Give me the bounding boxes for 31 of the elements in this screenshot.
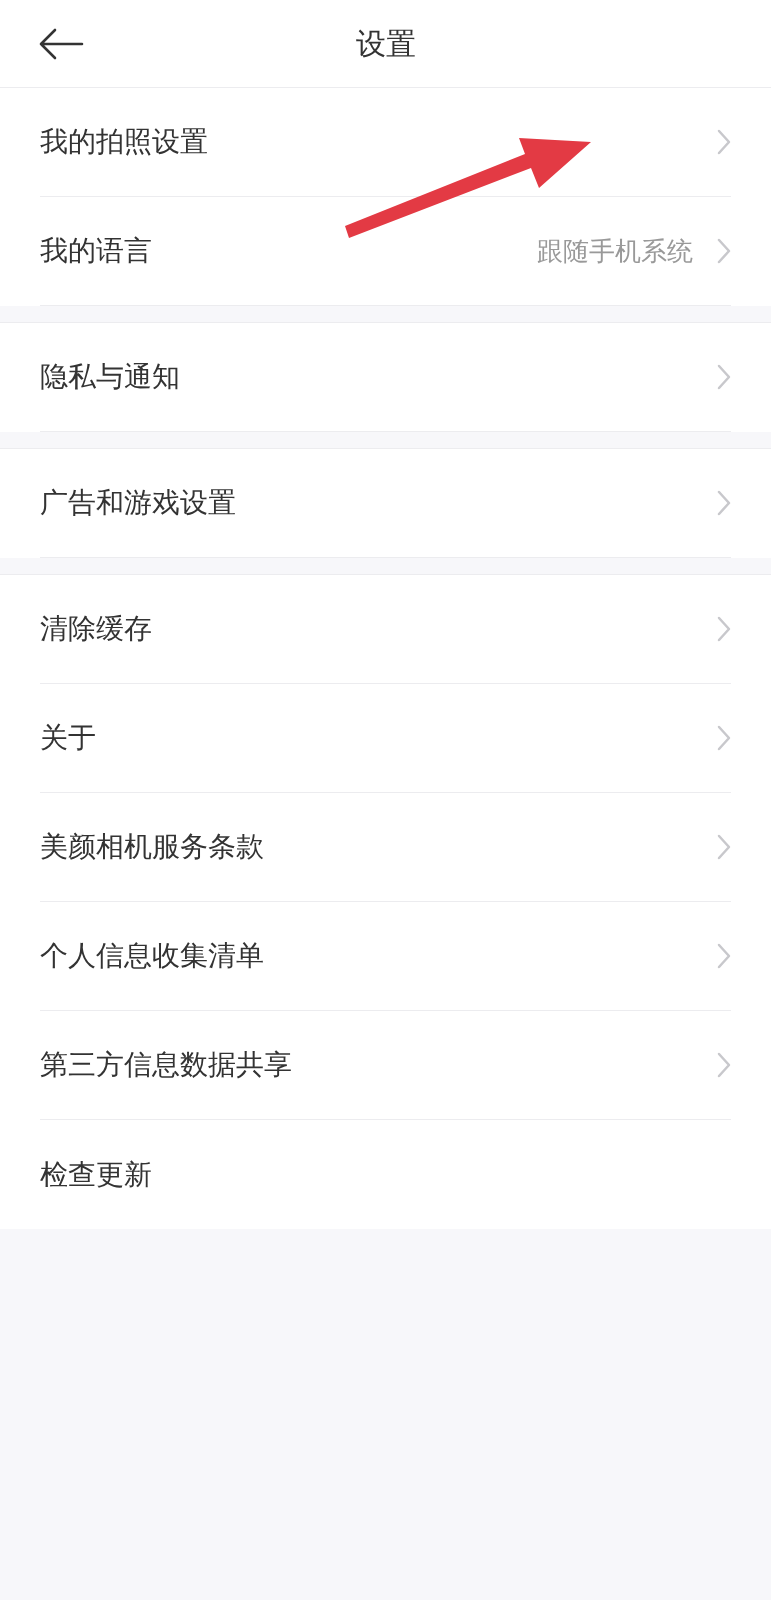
settings-row[interactable]: 检查更新 [40, 1120, 731, 1229]
chevron-right-icon [717, 943, 731, 969]
chevron-right-icon [717, 238, 731, 264]
settings-row[interactable]: 个人信息收集清单 [40, 902, 731, 1011]
back-arrow-icon [38, 28, 84, 60]
row-label: 第三方信息数据共享 [40, 1047, 293, 1083]
page-title: 设置 [355, 25, 416, 63]
row-value: 跟随手机系统 [537, 234, 693, 268]
settings-row[interactable]: 第三方信息数据共享 [40, 1011, 731, 1120]
back-button[interactable] [38, 26, 84, 62]
row-label: 清除缓存 [40, 611, 153, 647]
settings-row[interactable]: 清除缓存 [40, 575, 731, 684]
row-label: 检查更新 [40, 1156, 153, 1193]
settings-row[interactable]: 美颜相机服务条款 [40, 793, 731, 902]
row-label: 广告和游戏设置 [40, 485, 237, 521]
row-label: 美颜相机服务条款 [40, 829, 265, 865]
settings-row[interactable]: 广告和游戏设置 [40, 449, 731, 558]
row-label: 隐私与通知 [40, 359, 181, 395]
chevron-right-icon [717, 129, 731, 155]
chevron-right-icon [717, 834, 731, 860]
row-label: 我的拍照设置 [40, 124, 209, 160]
chevron-right-icon [717, 1052, 731, 1078]
chevron-right-icon [717, 490, 731, 516]
chevron-right-icon [717, 616, 731, 642]
row-label: 关于 [40, 720, 97, 756]
settings-row[interactable]: 隐私与通知 [40, 323, 731, 432]
chevron-right-icon [717, 725, 731, 751]
chevron-right-icon [717, 364, 731, 390]
row-label: 我的语言 [40, 233, 153, 269]
row-label: 个人信息收集清单 [40, 938, 265, 974]
settings-row[interactable]: 关于 [40, 684, 731, 793]
